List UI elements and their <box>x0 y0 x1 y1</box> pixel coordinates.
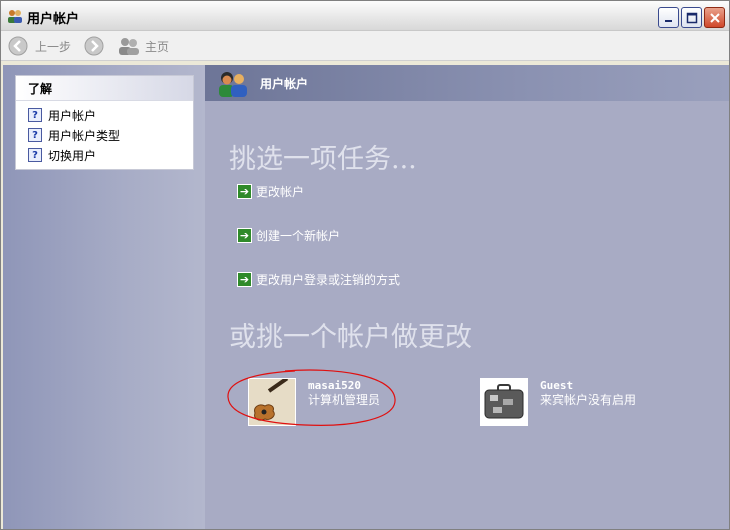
account-info: Guest 来宾帐户没有启用 <box>540 378 636 426</box>
task-label: 创建一个新帐户 <box>256 228 341 243</box>
left-task-pane: 了解 ? 用户帐户 ? 用户帐户类型 ? 切换用户 <box>3 65 205 529</box>
learn-item-label: 用户帐户类型 <box>48 128 121 143</box>
learn-item-account-types[interactable]: ? 用户帐户类型 <box>28 126 120 144</box>
close-button[interactable] <box>704 7 725 28</box>
learn-about-box: 了解 ? 用户帐户 ? 用户帐户类型 ? 切换用户 <box>15 75 194 170</box>
help-icon: ? <box>28 128 42 142</box>
account-name: masai520 <box>308 379 361 392</box>
pick-task-heading: 挑选一项任务... <box>229 144 417 175</box>
account-picture <box>248 376 296 426</box>
user-accounts-icon <box>219 72 247 97</box>
forward-button[interactable] <box>83 35 105 57</box>
learn-item-label: 用户帐户 <box>48 108 97 123</box>
user-accounts-window: 用户帐户 上一步 主页 了解 ? 用户帐户 ? 用户帐户类型 ? 切换用户 用户… <box>0 0 730 530</box>
close-icon <box>709 12 720 23</box>
back-button[interactable]: 上一步 <box>7 35 71 57</box>
task-label: 更改帐户 <box>256 184 305 199</box>
window-title: 用户帐户 <box>27 12 80 27</box>
green-arrow-icon: ➔ <box>237 183 252 199</box>
home-button[interactable]: 主页 <box>117 35 169 57</box>
main-header: 用户帐户 <box>205 65 729 101</box>
minimize-icon <box>664 19 672 22</box>
learn-about-heading: 了解 <box>16 76 193 101</box>
maximize-icon <box>686 12 697 23</box>
learn-item-switch-users[interactable]: ? 切换用户 <box>28 146 96 164</box>
navigation-bar: 上一步 主页 <box>1 31 729 61</box>
help-icon: ? <box>28 148 42 162</box>
maximize-button[interactable] <box>681 7 702 28</box>
guitar-icon <box>249 376 295 425</box>
title-bar[interactable]: 用户帐户 <box>1 1 729 31</box>
users-icon <box>8 10 22 23</box>
green-arrow-icon: ➔ <box>237 271 252 287</box>
task-label: 更改用户登录或注销的方式 <box>256 272 401 287</box>
green-arrow-icon: ➔ <box>237 227 252 243</box>
help-icon: ? <box>28 108 42 122</box>
account-name: Guest <box>540 379 574 392</box>
account-status: 来宾帐户没有启用 <box>540 393 637 407</box>
account-guest[interactable]: Guest 来宾帐户没有启用 <box>480 378 636 426</box>
back-arrow-icon <box>8 36 28 56</box>
account-info: masai520 计算机管理员 <box>308 378 380 426</box>
account-picture <box>480 378 528 426</box>
users-gray-icon <box>119 38 139 55</box>
main-header-title: 用户帐户 <box>260 77 309 91</box>
main-content-pane: 用户帐户 挑选一项任务... ➔ 更改帐户 ➔ 创建一个新帐户 ➔ 更改用户登录… <box>205 65 729 529</box>
account-masai520[interactable]: masai520 计算机管理员 <box>248 376 380 426</box>
minimize-button[interactable] <box>658 7 679 28</box>
back-label: 上一步 <box>35 39 72 54</box>
home-label: 主页 <box>145 39 170 54</box>
account-type: 计算机管理员 <box>308 393 381 407</box>
learn-item-user-accounts[interactable]: ? 用户帐户 <box>28 106 96 124</box>
pick-account-heading: 或挑一个帐户做更改 <box>229 322 472 353</box>
task-change-logon[interactable]: ➔ 更改用户登录或注销的方式 <box>237 270 400 288</box>
forward-arrow-icon <box>84 36 104 56</box>
suitcase-icon <box>481 379 527 425</box>
task-create-account[interactable]: ➔ 创建一个新帐户 <box>237 226 340 244</box>
learn-item-label: 切换用户 <box>48 148 97 163</box>
task-change-account[interactable]: ➔ 更改帐户 <box>237 182 304 200</box>
